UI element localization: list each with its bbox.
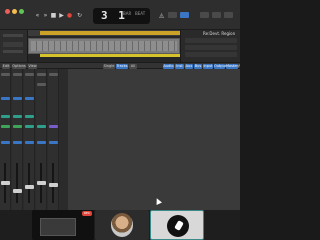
io-slot[interactable]	[13, 125, 22, 128]
stop-icon[interactable]: ■	[50, 12, 57, 19]
audio-region[interactable]	[28, 38, 180, 54]
toolbar: « » ■ ▶ ● ↻ 3 1 BAR BEAT ◬	[0, 0, 240, 30]
forward-icon[interactable]: »	[42, 12, 49, 19]
send-slot[interactable]	[1, 115, 10, 118]
io-slot[interactable]	[25, 125, 34, 128]
lcd-display[interactable]: 3 1 BAR BEAT	[93, 8, 150, 24]
region-waveform	[31, 41, 177, 51]
shared-screen-preview	[40, 218, 76, 236]
output-slot[interactable]	[37, 141, 46, 144]
play-icon[interactable]: ▶	[58, 12, 65, 19]
fader-handle[interactable]	[49, 183, 58, 187]
send-slot[interactable]	[13, 115, 22, 118]
send-slot[interactable]	[25, 115, 34, 118]
participant-strip: REC	[0, 210, 240, 240]
setting-slot[interactable]	[1, 73, 10, 76]
volume-fader[interactable]	[28, 163, 30, 203]
io-slot[interactable]	[1, 125, 10, 128]
participant-tile-active[interactable]	[150, 210, 204, 240]
logic-pro-window: « » ■ ▶ ● ↻ 3 1 BAR BEAT ◬ Re:Devt. Regi…	[0, 0, 240, 210]
toggle-button-active[interactable]	[180, 12, 189, 18]
setting-slot[interactable]	[13, 73, 22, 76]
output-slot[interactable]	[13, 141, 22, 144]
io-slot[interactable]	[37, 125, 46, 128]
logo-mark	[174, 220, 184, 231]
metronome-icon[interactable]: ◬	[158, 12, 165, 19]
setting-slot[interactable]	[37, 73, 46, 76]
plugin-slot[interactable]	[25, 97, 34, 100]
plugin-slot[interactable]	[13, 97, 22, 100]
region-inspector: Re:Devt. Region	[180, 30, 240, 62]
track-row[interactable]	[3, 42, 23, 47]
mixer-empty-area	[68, 69, 240, 210]
fader-handle[interactable]	[25, 185, 34, 189]
fader-handle[interactable]	[13, 189, 22, 193]
inspector-row[interactable]	[185, 45, 237, 50]
channel-strip[interactable]	[24, 69, 35, 210]
avatar	[167, 215, 189, 237]
inspector-row[interactable]	[185, 38, 237, 43]
output-slot[interactable]	[49, 141, 58, 144]
participant-tile-avatar[interactable]	[95, 210, 149, 240]
participant-tile-screen[interactable]: REC	[32, 210, 94, 240]
avatar	[111, 213, 133, 237]
record-icon[interactable]: ●	[66, 12, 73, 19]
lcd-label-bar: BAR	[123, 11, 132, 16]
io-slot[interactable]	[49, 125, 58, 128]
output-slot[interactable]	[25, 141, 34, 144]
setting-slot[interactable]	[49, 73, 58, 76]
eq-slot[interactable]	[37, 83, 46, 86]
recording-badge: REC	[82, 211, 92, 216]
track-control[interactable]	[3, 50, 23, 53]
minimize-icon[interactable]	[12, 9, 17, 14]
toggle-button[interactable]	[168, 12, 177, 18]
channel-strip[interactable]	[12, 69, 23, 210]
toggle-button[interactable]	[212, 12, 221, 18]
toggle-button[interactable]	[200, 12, 209, 18]
plugin-slot[interactable]	[1, 97, 10, 100]
rewind-icon[interactable]: «	[34, 12, 41, 19]
volume-fader[interactable]	[16, 163, 18, 203]
track-header[interactable]	[0, 30, 28, 62]
zoom-icon[interactable]	[19, 9, 24, 14]
toggle-button[interactable]	[224, 12, 233, 18]
channel-strip[interactable]	[0, 69, 11, 210]
setting-slot[interactable]	[25, 73, 34, 76]
arrange-area: Re:Devt. Region	[0, 30, 240, 62]
cycle-range[interactable]	[40, 31, 180, 35]
channel-strip[interactable]	[36, 69, 47, 210]
marker-lane[interactable]	[40, 54, 180, 57]
output-slot[interactable]	[1, 141, 10, 144]
cycle-icon[interactable]: ↻	[76, 12, 83, 19]
track-control[interactable]	[3, 34, 23, 37]
fader-handle[interactable]	[1, 181, 10, 185]
channel-strip[interactable]	[48, 69, 59, 210]
mixer-toolbar: Edit Options View Single Tracks All Audi…	[0, 62, 240, 69]
fader-handle[interactable]	[37, 181, 46, 185]
inspector-row[interactable]	[185, 52, 237, 57]
close-icon[interactable]	[5, 9, 10, 14]
mixer	[0, 69, 240, 210]
lcd-label-beat: BEAT	[135, 11, 146, 16]
region-inspector-title: Re:Devt. Region	[203, 31, 236, 36]
